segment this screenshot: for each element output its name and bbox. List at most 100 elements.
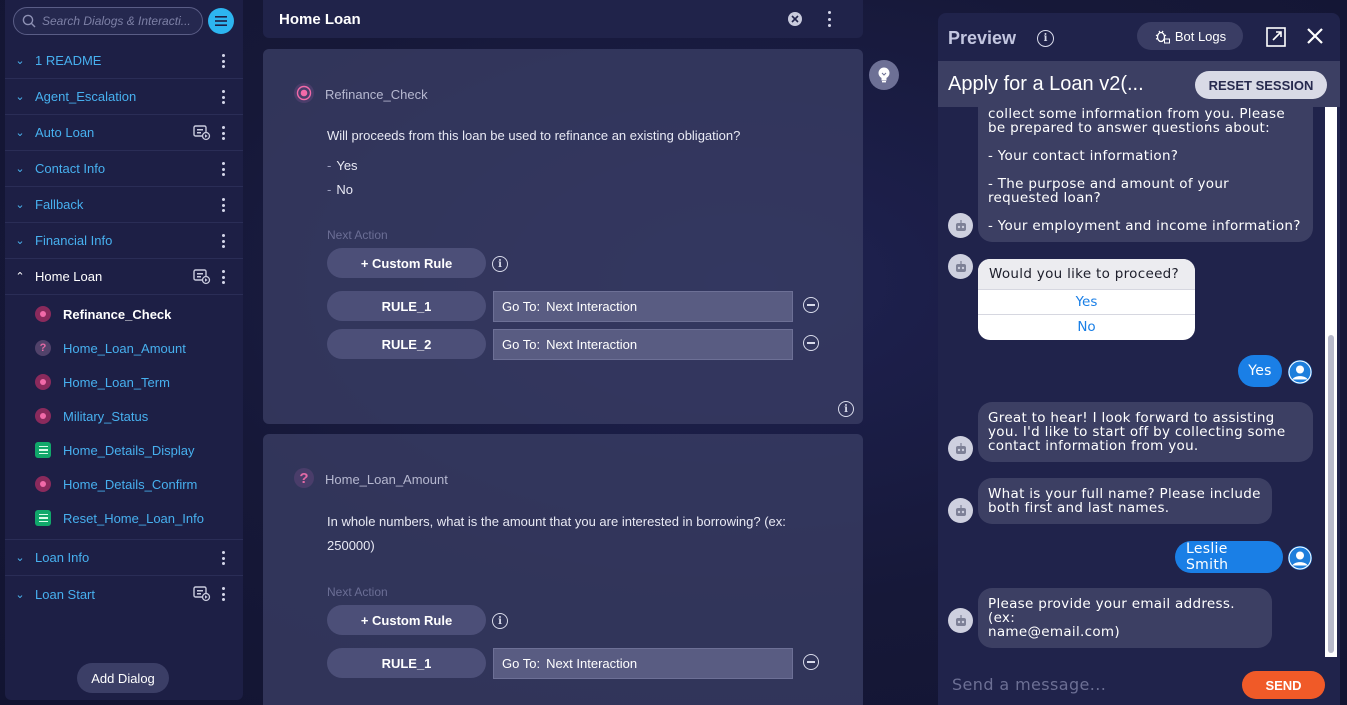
more-options-icon[interactable] [217, 160, 229, 178]
list-icon [35, 442, 51, 458]
home-loan-interaction-list: Refinance_Check ? Home_Loan_Amount Home_… [5, 295, 243, 540]
chevron-up-icon[interactable]: ⌃ [5, 270, 35, 283]
option-item[interactable]: - Yes [327, 158, 358, 173]
dialog-label: Loan Info [35, 550, 90, 565]
remove-rule-icon[interactable] [803, 654, 819, 670]
bot-avatar-icon [948, 498, 973, 523]
more-options-icon[interactable] [217, 585, 229, 603]
quick-reply-no[interactable]: No [978, 314, 1195, 339]
question-icon: ? [35, 340, 51, 356]
radio-icon [35, 306, 51, 322]
quick-reply-yes[interactable]: Yes [978, 289, 1195, 314]
radio-icon [35, 408, 51, 424]
more-options-icon[interactable] [217, 52, 229, 70]
goto-select[interactable]: Go To: Next Interaction [493, 648, 793, 679]
interaction-item-home-loan-amount[interactable]: ? Home_Loan_Amount [5, 331, 243, 365]
start-flow-icon [193, 269, 211, 285]
interaction-name: Home_Loan_Amount [325, 472, 448, 487]
goto-value: Next Interaction [546, 337, 638, 352]
flow-name: Apply for a Loan v2(... [948, 73, 1144, 95]
dialog-item-auto-loan[interactable]: ⌄ Auto Loan [5, 115, 243, 151]
flow-bar: Apply for a Loan v2(... RESET SESSION [938, 61, 1340, 107]
interaction-item-home-loan-term[interactable]: Home_Loan_Term [5, 365, 243, 399]
goto-select[interactable]: Go To: Next Interaction [493, 329, 793, 360]
chevron-down-icon[interactable]: ⌄ [5, 198, 35, 211]
info-icon[interactable]: i [1037, 30, 1054, 47]
goto-select[interactable]: Go To: Next Interaction [493, 291, 793, 322]
close-icon[interactable] [1306, 27, 1324, 45]
reset-session-button[interactable]: RESET SESSION [1195, 71, 1327, 99]
goto-label: Go To: [502, 656, 541, 671]
chevron-down-icon[interactable]: ⌄ [5, 126, 35, 139]
radio-icon [35, 476, 51, 492]
chevron-down-icon[interactable]: ⌄ [5, 234, 35, 247]
dialog-item-home-loan[interactable]: ⌃ Home Loan [5, 259, 243, 295]
bot-avatar-icon [948, 254, 973, 279]
sidebar-menu-button[interactable] [208, 8, 234, 34]
chevron-down-icon[interactable]: ⌄ [5, 162, 35, 175]
info-icon[interactable]: i [492, 256, 508, 272]
interaction-item-reset-home-loan-info[interactable]: Reset_Home_Loan_Info [5, 501, 243, 535]
message-input[interactable] [952, 671, 1232, 697]
more-options-icon[interactable] [217, 196, 229, 214]
more-options-icon[interactable] [217, 88, 229, 106]
chevron-down-icon[interactable]: ⌄ [5, 551, 35, 564]
custom-rule-button[interactable]: + Custom Rule [327, 248, 486, 278]
more-options-icon[interactable] [217, 124, 229, 142]
interaction-item-military-status[interactable]: Military_Status [5, 399, 243, 433]
dialog-item-loan-info[interactable]: ⌄ Loan Info [5, 540, 243, 576]
search-box[interactable] [13, 7, 203, 35]
dialog-item-contact-info[interactable]: ⌄ Contact Info [5, 151, 243, 187]
send-button[interactable]: SEND [1242, 671, 1325, 699]
more-options-icon[interactable] [827, 11, 831, 27]
custom-rule-button[interactable]: + Custom Rule [327, 605, 486, 635]
dialog-item-agent-escalation[interactable]: ⌄ Agent_Escalation [5, 79, 243, 115]
expand-icon[interactable] [1266, 27, 1286, 47]
chevron-down-icon[interactable]: ⌄ [5, 588, 35, 601]
start-flow-icon [193, 586, 211, 602]
remove-rule-icon[interactable] [803, 335, 819, 351]
dialog-label: Financial Info [35, 233, 113, 248]
dialog-item-loan-start[interactable]: ⌄ Loan Start [5, 576, 243, 612]
search-input[interactable] [42, 14, 192, 28]
remove-rule-icon[interactable] [803, 297, 819, 313]
dialog-item-readme[interactable]: ⌄ 1 README [5, 43, 243, 79]
interaction-item-refinance-check[interactable]: Refinance_Check [5, 297, 243, 331]
interaction-label: Home_Details_Display [63, 442, 195, 458]
option-item[interactable]: - No [327, 182, 353, 197]
next-action-label: Next Action [327, 228, 388, 242]
dialog-title: Home Loan [279, 10, 361, 28]
interaction-label: Home_Loan_Amount [63, 340, 186, 356]
lightbulb-icon[interactable] [869, 60, 899, 90]
interaction-card-refinance-check[interactable]: Refinance_Check Will proceeds from this … [263, 49, 863, 424]
search-icon [22, 14, 36, 28]
question-icon: ? [294, 468, 314, 488]
interaction-card-home-loan-amount[interactable]: ? Home_Loan_Amount In whole numbers, wha… [263, 434, 863, 705]
info-icon[interactable]: i [838, 401, 854, 417]
dialog-item-fallback[interactable]: ⌄ Fallback [5, 187, 243, 223]
dialog-label: Home Loan [35, 269, 103, 284]
interaction-item-home-details-display[interactable]: Home_Details_Display [5, 433, 243, 467]
add-dialog-button[interactable]: Add Dialog [77, 663, 169, 693]
interaction-name: Refinance_Check [325, 87, 428, 102]
more-options-icon[interactable] [217, 232, 229, 250]
dialog-list: ⌄ 1 README ⌄ Agent_Escalation ⌄ Auto Loa… [5, 43, 243, 612]
close-dialog-icon[interactable] [788, 12, 802, 26]
rule-button[interactable]: RULE_2 [327, 329, 486, 359]
interaction-prompt[interactable]: In whole numbers, what is the amount tha… [327, 510, 797, 558]
more-options-icon[interactable] [217, 268, 229, 286]
dialog-item-financial-info[interactable]: ⌄ Financial Info [5, 223, 243, 259]
user-avatar-icon [1288, 546, 1312, 570]
bug-icon [1155, 30, 1170, 44]
info-icon[interactable]: i [492, 613, 508, 629]
bot-logs-button[interactable]: Bot Logs [1137, 22, 1243, 50]
rule-button[interactable]: RULE_1 [327, 648, 486, 678]
rule-button[interactable]: RULE_1 [327, 291, 486, 321]
chevron-down-icon[interactable]: ⌄ [5, 54, 35, 67]
interaction-item-home-details-confirm[interactable]: Home_Details_Confirm [5, 467, 243, 501]
interaction-prompt[interactable]: Will proceeds from this loan be used to … [327, 124, 797, 148]
more-options-icon[interactable] [217, 549, 229, 567]
user-avatar-icon [1288, 360, 1312, 384]
chevron-down-icon[interactable]: ⌄ [5, 90, 35, 103]
dialog-label: Auto Loan [35, 125, 95, 140]
